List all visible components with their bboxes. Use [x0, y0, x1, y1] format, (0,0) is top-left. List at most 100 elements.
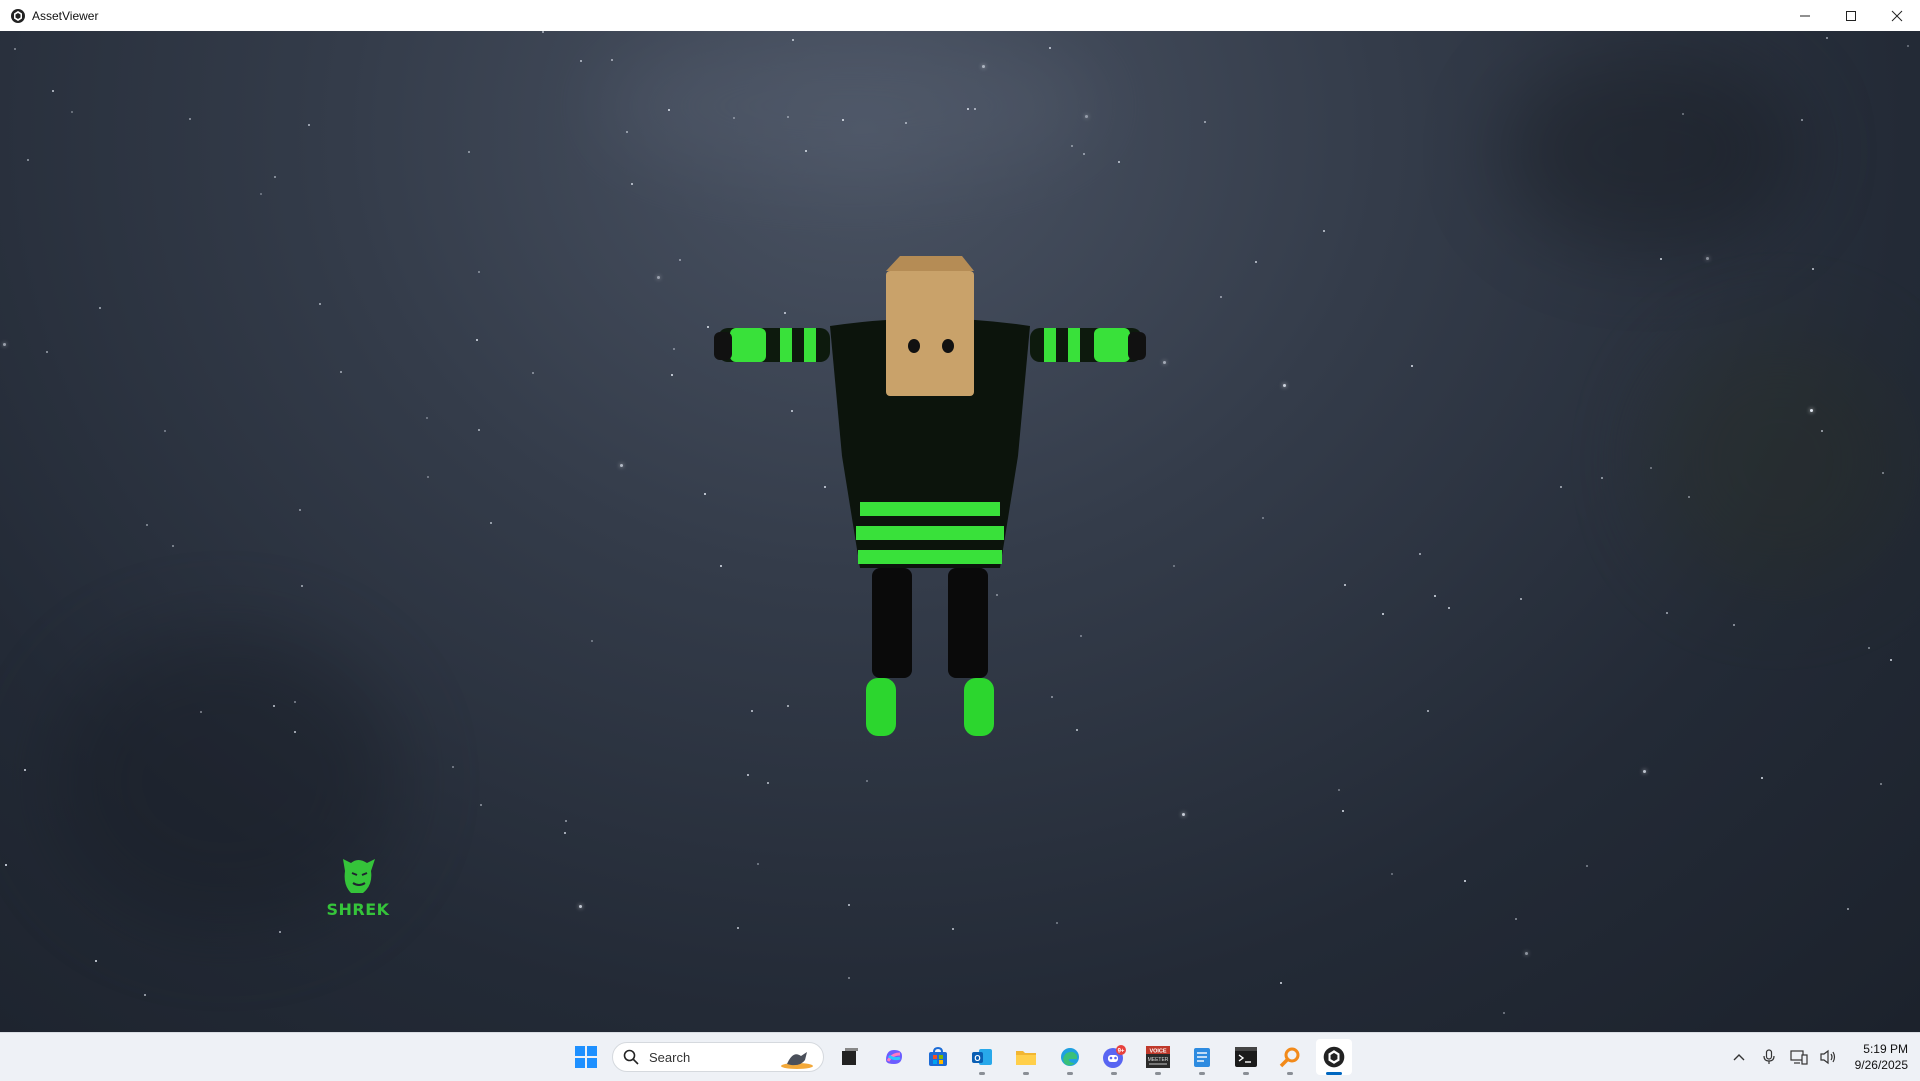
star: [532, 372, 534, 374]
microphone-button[interactable]: [1759, 1047, 1779, 1067]
star: [319, 303, 321, 305]
shoes: [866, 678, 994, 736]
star: [490, 522, 492, 524]
minimize-button[interactable]: [1782, 0, 1828, 31]
running-indicator: [1243, 1072, 1249, 1075]
star: [1847, 908, 1849, 910]
star: [1560, 486, 1562, 488]
app-icon: [11, 8, 25, 23]
volume-button[interactable]: [1819, 1047, 1839, 1067]
star: [452, 766, 454, 768]
star: [673, 348, 675, 350]
store-button[interactable]: [920, 1039, 956, 1075]
star: [1448, 607, 1450, 609]
star: [1733, 624, 1735, 626]
star: [273, 705, 275, 707]
minimize-icon: [1800, 15, 1810, 16]
star: [1503, 1012, 1505, 1014]
maximize-button[interactable]: [1828, 0, 1874, 31]
star: [1520, 598, 1522, 600]
star: [14, 48, 16, 50]
search-tool-button[interactable]: [1272, 1039, 1308, 1075]
copilot-button[interactable]: [876, 1039, 912, 1075]
3d-viewport[interactable]: SHREK: [0, 31, 1920, 1032]
file-explorer-button[interactable]: [1008, 1039, 1044, 1075]
star: [1761, 777, 1763, 779]
star: [1056, 922, 1058, 924]
star: [1688, 496, 1690, 498]
star: [1882, 472, 1884, 474]
star: [1323, 230, 1325, 232]
star: [1586, 865, 1588, 867]
show-hidden-icons-button[interactable]: [1729, 1047, 1749, 1067]
active-indicator: [1326, 1072, 1342, 1075]
star: [301, 585, 303, 587]
star: [1204, 121, 1206, 123]
star: [792, 39, 794, 41]
star: [46, 351, 48, 353]
terminal-icon: [1235, 1047, 1257, 1067]
star: [478, 429, 480, 431]
ogre-head-icon: [343, 859, 375, 893]
star: [668, 109, 670, 111]
terminal-button[interactable]: [1228, 1039, 1264, 1075]
start-button[interactable]: [568, 1039, 604, 1075]
running-indicator: [1067, 1072, 1073, 1075]
star: [1419, 553, 1421, 555]
star: [340, 371, 342, 373]
taskbar-search[interactable]: [612, 1042, 824, 1072]
voicemeeter-icon: VOICE MEETER: [1146, 1046, 1170, 1068]
search-input[interactable]: [647, 1048, 771, 1066]
copilot-icon: [886, 1050, 902, 1064]
star: [1666, 612, 1668, 614]
notepad-button[interactable]: [1184, 1039, 1220, 1075]
speaker-icon: [1820, 1049, 1835, 1065]
star: [1220, 296, 1222, 298]
title-bar[interactable]: AssetViewer: [0, 0, 1920, 32]
star: [144, 994, 146, 996]
assetviewer-taskbar-button[interactable]: [1316, 1039, 1352, 1075]
star: [52, 90, 54, 92]
star: [480, 804, 482, 806]
assetviewer-icon: [1323, 1046, 1345, 1068]
star: [1650, 467, 1652, 469]
star: [580, 60, 582, 62]
store-icon: [929, 1046, 947, 1066]
star: [564, 832, 566, 834]
star: [767, 782, 769, 784]
windows-logo-icon: [575, 1046, 597, 1068]
star: [631, 183, 633, 185]
chevron-up-icon: [1733, 1054, 1745, 1061]
star: [294, 701, 296, 703]
star: [848, 904, 850, 906]
star: [427, 476, 429, 478]
star: [842, 119, 844, 121]
edge-button[interactable]: [1052, 1039, 1088, 1075]
folder-icon: [1016, 1051, 1036, 1065]
star: [299, 509, 301, 511]
search-highlight-icon: [781, 1052, 813, 1069]
star: [1868, 647, 1870, 649]
star: [747, 774, 749, 776]
outlook-button[interactable]: O: [964, 1039, 1000, 1075]
search-icon: [623, 1049, 639, 1065]
star: [626, 131, 628, 133]
paper-bag-head: [886, 256, 974, 396]
star: [866, 780, 868, 782]
star: [1049, 47, 1051, 49]
right-arm: [1030, 328, 1146, 362]
discord-button[interactable]: 9+: [1096, 1039, 1132, 1075]
clock[interactable]: 5:19 PM 9/26/2025: [1855, 1041, 1908, 1073]
star: [27, 159, 29, 161]
star: [260, 193, 262, 195]
star: [1810, 409, 1813, 412]
close-button[interactable]: [1874, 0, 1920, 31]
task-view-button[interactable]: [832, 1039, 868, 1075]
star: [1342, 810, 1344, 812]
voicemeeter-button[interactable]: VOICE MEETER: [1140, 1039, 1176, 1075]
star: [737, 927, 739, 929]
clock-date: 9/26/2025: [1854, 1058, 1908, 1072]
star: [468, 151, 470, 153]
star: [200, 711, 202, 713]
network-button[interactable]: [1789, 1047, 1809, 1067]
